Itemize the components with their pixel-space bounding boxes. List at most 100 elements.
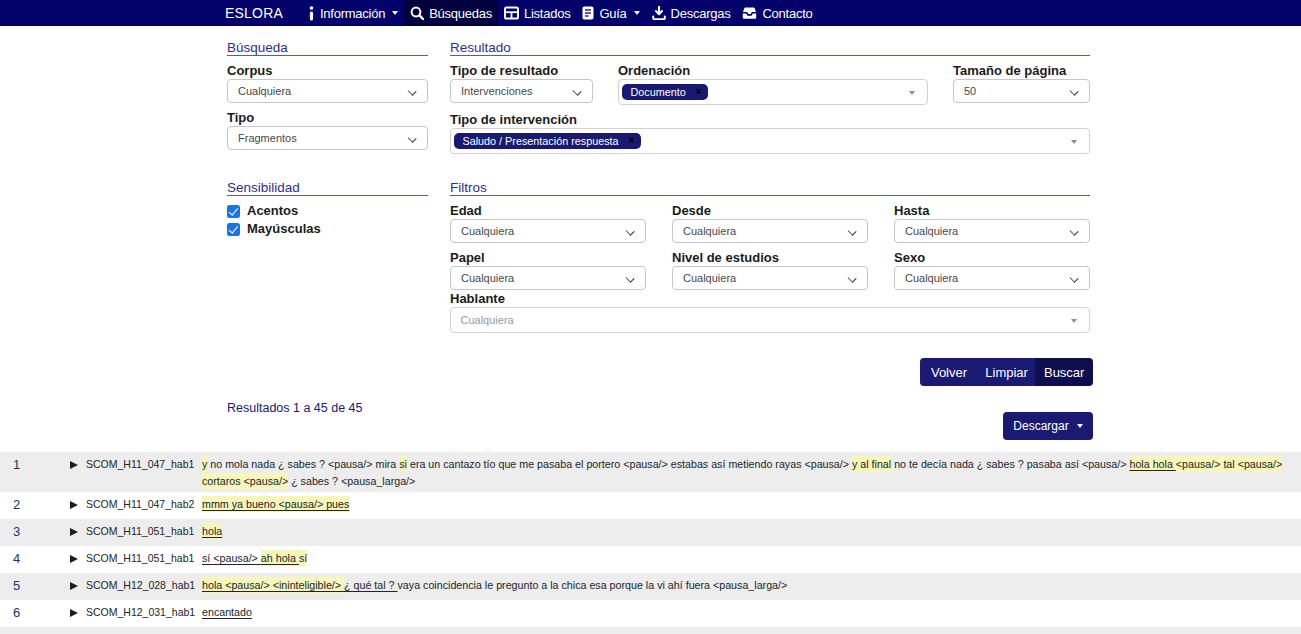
desde-select[interactable]: Cualquiera — [672, 219, 868, 243]
papel-select[interactable]: Cualquiera — [450, 266, 646, 290]
mayusculas-label: Mayúsculas — [247, 222, 321, 236]
intervention-link[interactable]: encantado — [202, 606, 252, 618]
document-id: SCOM_H11_047_hab2 — [86, 496, 202, 513]
ordenacion-multiselect[interactable]: Documento × — [618, 79, 928, 105]
caret-down-icon — [1071, 140, 1077, 144]
chevron-down-icon — [1070, 226, 1079, 235]
intervention-link[interactable]: mmm ya bueno <pausa/> pues — [202, 496, 349, 512]
chevron-down-icon — [1070, 86, 1079, 95]
corpus-select-value: Cualquiera — [238, 85, 291, 97]
hablante-multiselect[interactable]: Cualquiera — [450, 307, 1090, 333]
papel-select-value: Cualquiera — [461, 272, 514, 284]
expand-row-icon[interactable] — [70, 456, 86, 469]
remove-tag-icon[interactable]: × — [696, 87, 702, 97]
result-row: 5 SCOM_H12_028_hab1hola <pausa/> <inintel… — [0, 573, 1301, 600]
result-row: 7 — [0, 627, 1301, 634]
book-icon — [582, 6, 594, 20]
brand[interactable]: ESLORA — [225, 0, 283, 26]
document-id: SCOM_H12_028_hab1 — [86, 577, 202, 594]
navbar: ESLORA Información Búsquedas Listados Gu… — [0, 0, 1301, 26]
expand-row-icon[interactable] — [70, 604, 86, 617]
mayusculas-checkbox[interactable] — [227, 223, 240, 236]
intervention-link[interactable]: hola <pausa/> <ininteligible/> — [202, 577, 344, 593]
chevron-down-icon — [392, 11, 398, 15]
result-row: 6SCOM_H12_031_hab1encantado — [0, 600, 1301, 627]
result-row: 2SCOM_H11_047_hab2mmm ya bueno <pausa/> … — [0, 492, 1301, 519]
context-text: cortaros <pausa/> — [202, 473, 288, 489]
nav-item-busquedas[interactable]: Búsquedas — [404, 0, 498, 26]
left-column: Búsqueda Corpus Cualquiera Tipo Fragment… — [227, 41, 428, 240]
tipo-intervencion-multiselect[interactable]: Saludo / Presentación respuesta × — [450, 128, 1090, 154]
chevron-down-icon — [573, 86, 582, 95]
acentos-checkbox[interactable] — [227, 205, 240, 218]
results-table: 1SCOM_H11_047_hab1y no mola nada ¿ sabes… — [0, 452, 1301, 634]
chevron-down-icon — [626, 273, 635, 282]
tipo-resultado-select[interactable]: Intervenciones — [450, 79, 593, 103]
edad-select[interactable]: Cualquiera — [450, 219, 646, 243]
nav-item-guia[interactable]: Guía — [576, 0, 645, 26]
nav-item-label: Listados — [524, 6, 570, 21]
sexo-select[interactable]: Cualquiera — [894, 266, 1090, 290]
expand-row-icon[interactable] — [70, 550, 86, 563]
section-title-busqueda: Búsqueda — [227, 41, 428, 56]
desde-select-value: Cualquiera — [683, 225, 736, 237]
chevron-down-icon — [1070, 273, 1079, 282]
intervention-text: mmm ya bueno <pausa/> pues — [202, 496, 1293, 513]
caret-down-icon — [1071, 319, 1077, 323]
context-text: vaya coincidencia le pregunto a la chica… — [398, 579, 788, 591]
expand-row-icon[interactable] — [70, 577, 86, 590]
intervention-text: hola — [202, 523, 1293, 540]
nav-item-label: Información — [320, 6, 385, 21]
nivel-estudios-select[interactable]: Cualquiera — [672, 266, 868, 290]
nav-item-label: Búsquedas — [429, 6, 492, 21]
hasta-select[interactable]: Cualquiera — [894, 219, 1090, 243]
tipo-resultado-label: Tipo de resultado — [450, 64, 593, 78]
expand-row-icon[interactable] — [70, 523, 86, 536]
nav-item-listados[interactable]: Listados — [498, 0, 576, 26]
tipo-resultado-select-value: Intervenciones — [461, 85, 533, 97]
descargar-label: Descargar — [1013, 419, 1068, 433]
descargar-button[interactable]: Descargar — [1003, 412, 1093, 440]
sexo-select-value: Cualquiera — [905, 272, 958, 284]
info-icon — [308, 6, 315, 21]
nav-item-descargas[interactable]: Descargas — [646, 0, 737, 26]
volver-button[interactable]: Volver — [920, 358, 978, 386]
context-text: no te decía nada ¿ sabes ? pasaba así <p… — [891, 458, 1129, 470]
context-text: <pausa/> tal <pausa/> — [1176, 456, 1282, 472]
intervention-link[interactable]: ¿ qué tal ? — [344, 579, 397, 591]
result-row: 3 SCOM_H11_051_hab1hola — [0, 519, 1301, 546]
intervention-link[interactable]: ah hola — [261, 550, 299, 566]
intervention-link[interactable]: hola hola — [1129, 456, 1175, 472]
sexo-label: Sexo — [894, 251, 1090, 265]
document-id: SCOM_H11_051_hab1 — [86, 523, 202, 540]
search-icon — [410, 6, 424, 20]
tamano-pagina-label: Tamaño de página — [953, 64, 1090, 78]
nav-item-informacion[interactable]: Información — [302, 0, 404, 26]
chevron-down-icon — [848, 226, 857, 235]
chevron-down-icon — [626, 226, 635, 235]
tamano-pagina-select[interactable]: 50 — [953, 79, 1090, 103]
hasta-label: Hasta — [894, 204, 1090, 218]
intervention-link[interactable]: sí <pausa/> — [202, 552, 261, 564]
buscar-button[interactable]: Buscar — [1035, 358, 1093, 386]
chevron-down-icon — [634, 11, 640, 15]
main-container: Búsqueda Corpus Cualquiera Tipo Fragment… — [227, 41, 1093, 634]
chevron-down-icon — [408, 133, 417, 142]
corpus-select[interactable]: Cualquiera — [227, 79, 428, 103]
nav-item-contacto[interactable]: Contacto — [736, 0, 818, 26]
remove-tag-icon[interactable]: × — [629, 136, 635, 146]
expand-row-icon[interactable] — [70, 496, 86, 509]
hasta-select-value: Cualquiera — [905, 225, 958, 237]
tipo-intervencion-tag: Saludo / Presentación respuesta × — [454, 133, 641, 149]
row-number: 5 — [0, 577, 70, 594]
tipo-select[interactable]: Fragmentos — [227, 126, 428, 150]
context-text: ¿ sabes ? <pausa_larga/> — [288, 475, 415, 487]
row-number: 3 — [0, 523, 70, 540]
intervention-link[interactable]: hola — [202, 523, 222, 539]
form-actions: Volver Limpiar Buscar — [920, 358, 1093, 386]
limpiar-button[interactable]: Limpiar — [978, 358, 1036, 386]
corpus-label: Corpus — [227, 64, 428, 78]
edad-label: Edad — [450, 204, 646, 218]
tipo-label: Tipo — [227, 111, 428, 125]
row-number: 6 — [0, 604, 70, 621]
